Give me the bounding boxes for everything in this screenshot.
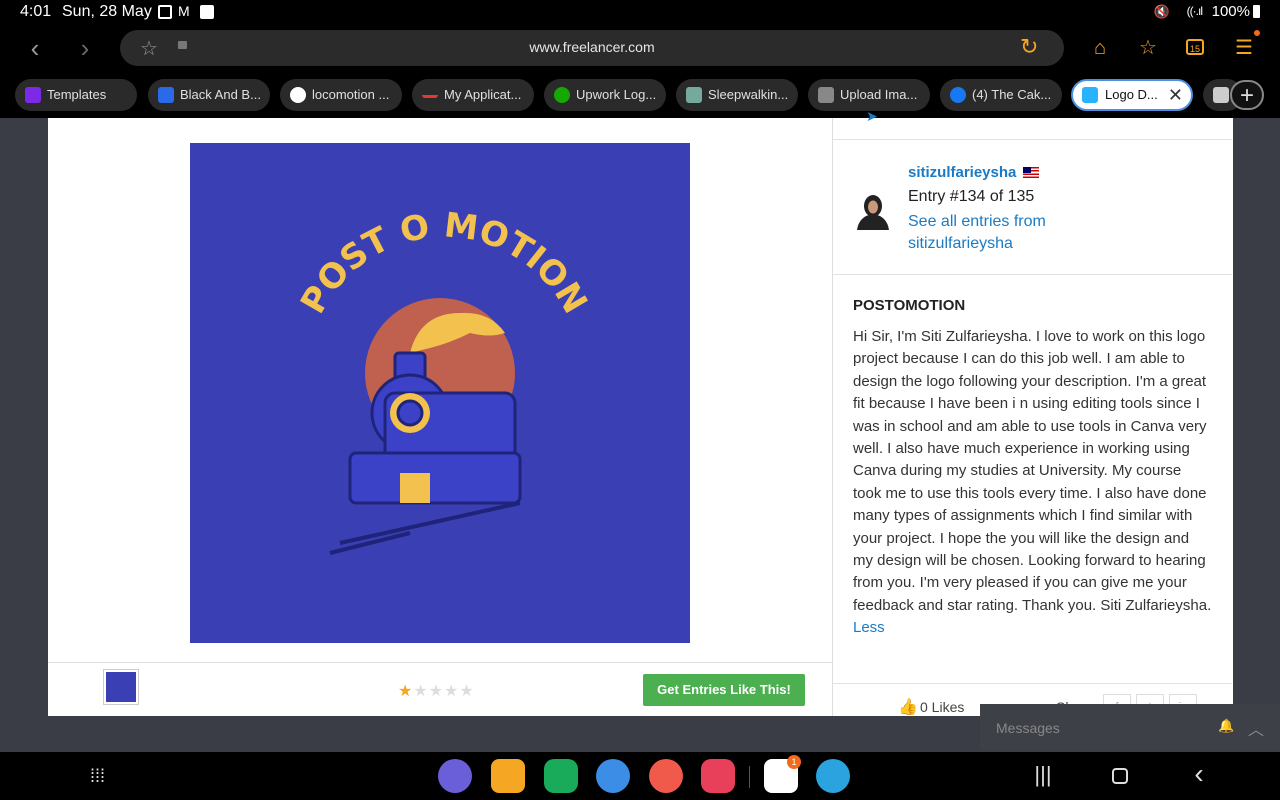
- entry-thumbnail[interactable]: [103, 669, 139, 705]
- divider: [833, 274, 1232, 275]
- tab-label: Upwork Log...: [576, 87, 657, 102]
- entrant-username-link[interactable]: sitizulfarieysha: [908, 164, 1016, 181]
- camera-icon[interactable]: [701, 759, 735, 793]
- address-bar[interactable]: ☆ www.freelancer.com ↻: [120, 30, 1064, 66]
- status-time: 4:01: [20, 3, 52, 20]
- contacts-icon[interactable]: [649, 759, 683, 793]
- avatar[interactable]: [853, 190, 893, 230]
- messages-widget[interactable]: Messages 🔔 ︿: [980, 704, 1280, 750]
- tab-label: locomotion ...: [312, 87, 390, 102]
- star-icon-empty[interactable]: ★: [413, 683, 428, 700]
- menu-badge: [1254, 30, 1260, 36]
- mute-icon: 🔇: [1153, 4, 1170, 19]
- gmail-notification-icon: M: [178, 3, 190, 19]
- files-icon[interactable]: [491, 759, 525, 793]
- telegram-icon[interactable]: [816, 759, 850, 793]
- notification-bell-icon[interactable]: 🔔: [1218, 718, 1234, 734]
- tab-label: (4) The Cak...: [972, 87, 1052, 102]
- close-tab-icon[interactable]: ✕: [1168, 81, 1183, 109]
- tab-label: Templates: [47, 87, 107, 102]
- forward-icon[interactable]: ›: [67, 30, 103, 66]
- tab-facebook[interactable]: (4) The Cak...: [940, 79, 1062, 111]
- tab-strip: Templates Black And B... locomotion ... …: [0, 72, 1280, 118]
- browser-toolbar: ‹ › ☆ www.freelancer.com ↻ ⌂ ☆ 15 ☰: [0, 24, 1280, 72]
- status-bar: 4:01 Sun, 28 May M 🔇 ((·.ıl 100%: [0, 0, 1280, 24]
- less-link[interactable]: Less: [853, 619, 885, 636]
- star-rating[interactable]: ★★★★★: [398, 681, 475, 701]
- image-icon: [1213, 87, 1229, 103]
- status-date: Sun, 28 May: [62, 3, 152, 20]
- dash-icon: [422, 87, 438, 98]
- get-entries-like-this-button[interactable]: Get Entries Like This!: [643, 674, 805, 706]
- tab-label: Sleepwalkin...: [708, 87, 789, 102]
- phone-icon[interactable]: [544, 759, 578, 793]
- star-icon-empty[interactable]: ★: [444, 683, 459, 700]
- back-button-icon[interactable]: ‹: [1184, 758, 1214, 790]
- locomotive-logo: POST O MOTION: [293, 205, 595, 555]
- avatar-image: [853, 190, 893, 230]
- home-icon[interactable]: ⌂: [1082, 30, 1118, 66]
- tab-label: My Applicat...: [444, 87, 522, 102]
- tab-sleepwalking[interactable]: Sleepwalkin...: [676, 79, 798, 111]
- battery-icon: [1253, 5, 1260, 18]
- divider: [833, 683, 1232, 684]
- tab-black-and-b[interactable]: Black And B...: [148, 79, 270, 111]
- canva-icon: [158, 87, 174, 103]
- messages-label: Messages: [996, 720, 1060, 736]
- malaysia-flag-icon: [1023, 167, 1039, 178]
- recent-apps-icon[interactable]: |||: [1028, 762, 1058, 788]
- app-notification-icon: [200, 5, 214, 19]
- battery-level: 100%: [1211, 3, 1250, 20]
- messages-icon[interactable]: [596, 759, 630, 793]
- likes-count[interactable]: 0 Likes: [920, 699, 964, 715]
- tab-upwork-login[interactable]: Upwork Log...: [544, 79, 666, 111]
- star-icon-filled[interactable]: ★: [398, 683, 413, 700]
- internet-icon[interactable]: [438, 759, 472, 793]
- tab-label: Black And B...: [180, 87, 261, 102]
- tab-my-applications[interactable]: My Applicat...: [412, 79, 534, 111]
- entry-title: POSTOMOTION: [853, 297, 966, 314]
- tab-label: Upload Ima...: [840, 87, 918, 102]
- see-all-entries-link[interactable]: See all entries from sitizulfarieysha: [908, 211, 1088, 255]
- stack-icon: [818, 87, 834, 103]
- app-drawer-icon[interactable]: ⁞⁞⁞: [90, 766, 105, 787]
- tab-locomotion[interactable]: locomotion ...: [280, 79, 402, 111]
- description-text: Hi Sir, I'm Siti Zulfarieysha. I love to…: [853, 328, 1212, 614]
- facebook-icon: [950, 87, 966, 103]
- url-text[interactable]: www.freelancer.com: [120, 39, 1064, 55]
- tab-logo-design-active[interactable]: Logo D... ✕: [1071, 79, 1193, 111]
- google-icon: [290, 87, 306, 103]
- tabs-counter-icon[interactable]: 15: [1186, 39, 1204, 55]
- star-icon-empty[interactable]: ★: [459, 683, 474, 700]
- new-tab-icon[interactable]: +: [1230, 80, 1264, 110]
- back-icon[interactable]: ‹: [17, 30, 53, 66]
- gmail-badge: 1: [787, 755, 801, 769]
- entry-number: Entry #134 of 135: [908, 188, 1035, 205]
- entry-logo-image[interactable]: POST O MOTION: [190, 143, 690, 643]
- freelancer-icon: [1082, 87, 1098, 103]
- share-arrow-icon[interactable]: ➤: [866, 108, 878, 125]
- dock-divider: [749, 766, 750, 788]
- upwork-icon: [554, 87, 570, 103]
- android-nav-bar: ⁞⁞⁞ 1 ||| ‹: [0, 752, 1280, 800]
- thumbnail-image: [106, 672, 136, 702]
- tab-upload-image[interactable]: Upload Ima...: [808, 79, 930, 111]
- thumbs-up-icon[interactable]: 👍: [898, 697, 918, 717]
- tab-label: Logo D...: [1105, 87, 1158, 102]
- reload-icon[interactable]: ↻: [1020, 34, 1038, 60]
- gallery-icon: [158, 5, 172, 19]
- chevron-up-icon[interactable]: ︿: [1248, 716, 1264, 740]
- bookmarks-icon[interactable]: ☆: [1130, 30, 1166, 66]
- entry-description: Hi Sir, I'm Siti Zulfarieysha. I love to…: [853, 326, 1213, 640]
- signal-icon: ((·.ıl: [1186, 4, 1203, 18]
- divider: [833, 139, 1232, 140]
- star-icon-empty[interactable]: ★: [429, 683, 444, 700]
- tab-templates[interactable]: Templates: [15, 79, 137, 111]
- home-button-icon[interactable]: [1112, 768, 1128, 784]
- divider: [48, 662, 832, 663]
- chatgpt-icon: [686, 87, 702, 103]
- canva-icon: [25, 87, 41, 103]
